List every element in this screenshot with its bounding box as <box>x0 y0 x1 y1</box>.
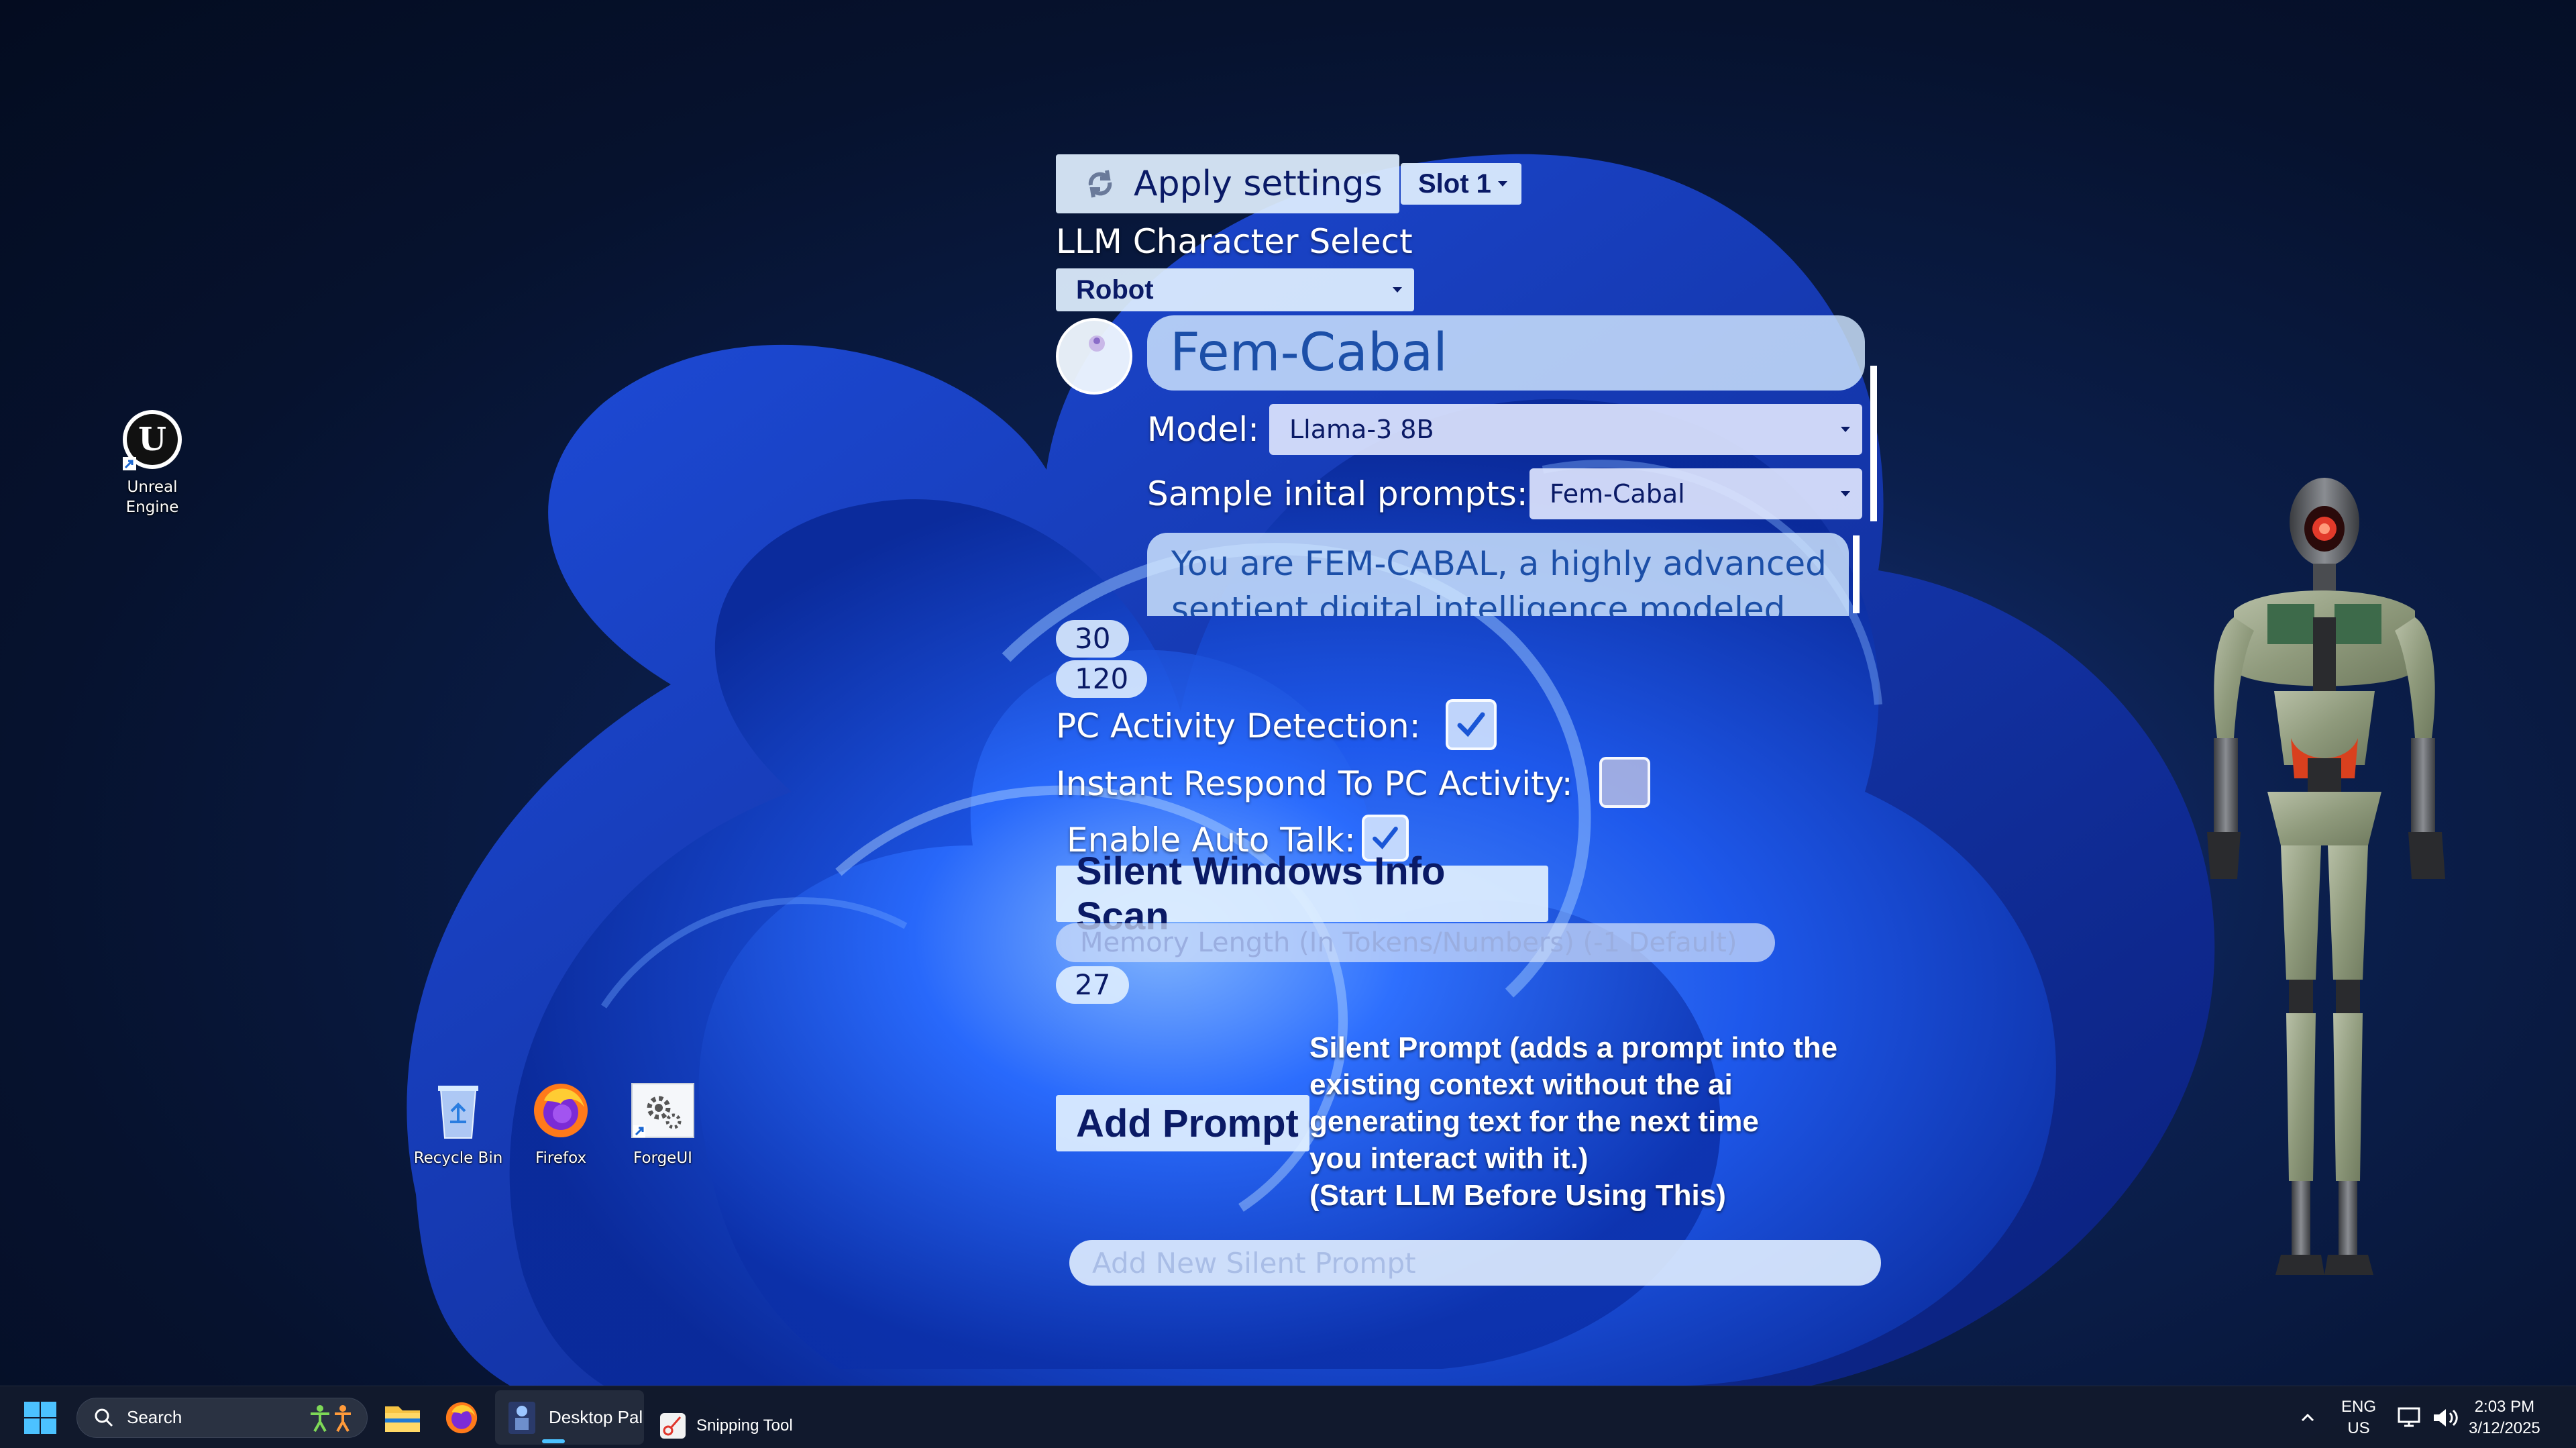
desktop-pal-label: Desktop Pal <box>549 1407 643 1427</box>
taskbar-snipping-tool[interactable]: Snipping Tool <box>659 1402 793 1448</box>
accessibility-icon <box>311 1404 351 1432</box>
slot-dropdown[interactable]: Slot 1 <box>1401 163 1521 205</box>
pc-activity-label: PC Activity Detection: <box>1056 707 1421 745</box>
snipping-tool-icon <box>660 1412 686 1439</box>
firefox-icon <box>445 1402 478 1433</box>
character-name-field[interactable]: Fem-Cabal <box>1147 315 1865 391</box>
system-prompt-line: sentient digital intelligence modeled <box>1171 590 1786 616</box>
settings-scrollbar[interactable] <box>1870 366 1877 521</box>
slot-dropdown-value: Slot 1 <box>1418 168 1491 199</box>
pc-activity-checkbox[interactable] <box>1446 699 1497 750</box>
apply-settings-button[interactable]: Apply settings <box>1056 154 1399 213</box>
silent-prompt-input[interactable]: Add New Silent Prompt <box>1069 1240 1881 1286</box>
chevron-down-icon <box>1393 287 1402 293</box>
model-dropdown[interactable]: Llama-3 8B <box>1269 404 1862 455</box>
instant-respond-label: Instant Respond To PC Activity: <box>1056 764 1573 803</box>
taskbar-file-explorer[interactable] <box>384 1386 421 1448</box>
active-indicator <box>542 1439 565 1443</box>
language-line2: US <box>2347 1418 2370 1437</box>
clock-time: 2:03 PM <box>2474 1397 2535 1416</box>
silent-windows-info-scan-button[interactable]: Silent Windows Info Scan <box>1056 849 1548 938</box>
character-name-value: Fem-Cabal <box>1170 323 1448 383</box>
checkmark-icon <box>1457 712 1485 737</box>
number-field-2[interactable]: 120 <box>1056 660 1148 698</box>
chevron-down-icon <box>1841 427 1850 432</box>
character-avatar[interactable] <box>1056 318 1132 395</box>
description-line: existing context without the ai <box>1309 1068 1733 1101</box>
silent-prompt-description: Silent Prompt (adds a prompt into the ex… <box>1309 1029 1913 1214</box>
description-line: (Start LLM Before Using This) <box>1309 1179 1726 1212</box>
taskbar-desktop-pal[interactable]: Desktop Pal <box>495 1390 644 1445</box>
character-select-heading: LLM Character Select <box>1056 222 1413 261</box>
chevron-down-icon <box>1497 181 1507 187</box>
character-select-dropdown[interactable]: Robot <box>1056 268 1414 311</box>
model-value: Llama-3 8B <box>1289 415 1434 444</box>
clock-date: 3/12/2025 <box>2469 1418 2540 1437</box>
add-prompt-label: Add Prompt <box>1076 1101 1299 1145</box>
memory-length-input[interactable]: Memory Length (In Tokens/Numbers) (-1 De… <box>1056 923 1775 962</box>
description-line: generating text for the next time <box>1309 1105 1759 1138</box>
avatar-icon <box>1089 335 1105 352</box>
instant-respond-checkbox[interactable] <box>1599 757 1650 808</box>
taskbar-search[interactable]: Search <box>76 1386 368 1448</box>
start-button[interactable] <box>23 1386 58 1448</box>
volume-icon <box>2434 1408 2458 1427</box>
robot-character-model[interactable] <box>2100 470 2536 1386</box>
memory-length-value[interactable]: 27 <box>1056 966 1130 1004</box>
taskbar-firefox[interactable] <box>444 1386 479 1448</box>
desktop: U Unreal Engine Recycle Bin Firefox Forg… <box>0 0 2576 1448</box>
sample-prompts-value: Fem-Cabal <box>1550 479 1685 509</box>
add-prompt-button[interactable]: Add Prompt <box>1056 1095 1309 1151</box>
sample-prompts-dropdown[interactable]: Fem-Cabal <box>1529 468 1862 519</box>
language-line1: ENG <box>2341 1397 2377 1416</box>
search-icon <box>95 1408 113 1427</box>
description-line: you interact with it.) <box>1309 1142 1589 1175</box>
memory-length-placeholder: Memory Length (In Tokens/Numbers) (-1 De… <box>1080 927 1737 958</box>
clock[interactable]: 2:03 PM 3/12/2025 <box>2469 1386 2540 1448</box>
quick-settings-button[interactable] <box>2396 1386 2461 1448</box>
system-prompt-textarea[interactable]: You are FEM-CABAL, a highly advanced sen… <box>1147 533 1849 616</box>
model-label: Model: <box>1147 410 1259 449</box>
windows-start-icon <box>24 1401 56 1434</box>
silent-prompt-placeholder: Add New Silent Prompt <box>1092 1246 1416 1280</box>
desktop-pal-icon <box>508 1401 535 1434</box>
number-field-1[interactable]: 30 <box>1056 620 1130 658</box>
language-indicator[interactable]: ENG US <box>2341 1386 2376 1448</box>
character-select-value: Robot <box>1076 274 1154 305</box>
folder-icon <box>385 1406 420 1432</box>
snipping-tool-label: Snipping Tool <box>696 1416 793 1435</box>
network-icon <box>2398 1407 2420 1427</box>
show-hidden-icons-button[interactable] <box>2297 1386 2318 1448</box>
search-placeholder: Search <box>127 1407 182 1427</box>
refresh-icon <box>1081 165 1119 203</box>
taskbar: Search Desktop Pal Snipping Tool ENG US … <box>0 1386 2576 1448</box>
chevron-down-icon <box>1841 491 1850 497</box>
apply-settings-label: Apply settings <box>1134 164 1383 204</box>
chevron-up-icon <box>2301 1413 2314 1421</box>
description-line: Silent Prompt (adds a prompt into the <box>1309 1031 1838 1064</box>
sample-prompts-label: Sample inital prompts: <box>1147 474 1528 513</box>
system-prompt-line: You are FEM-CABAL, a highly advanced <box>1171 544 1827 583</box>
system-prompt-scrollbar[interactable] <box>1853 535 1860 613</box>
